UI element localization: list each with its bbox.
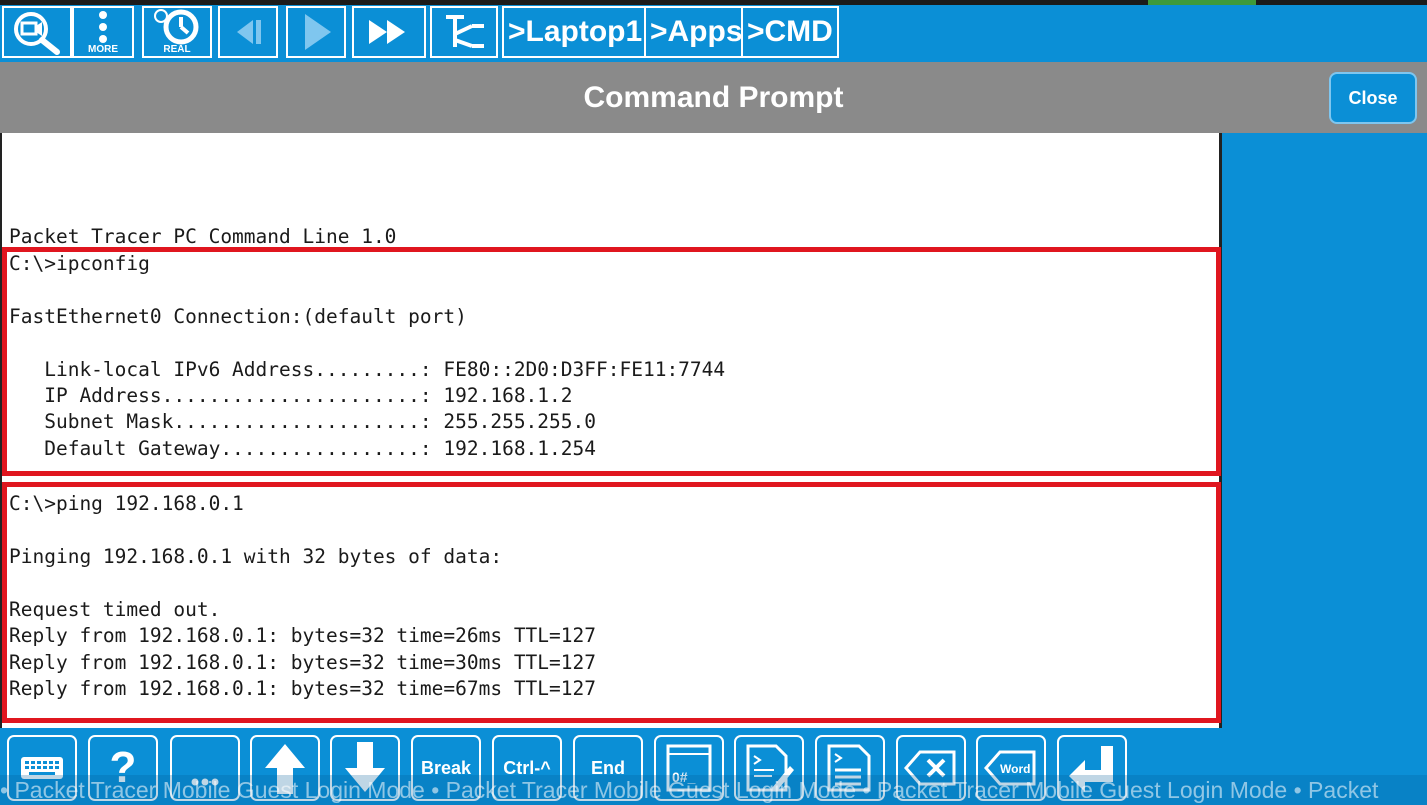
magnifier-icon: [14, 12, 60, 55]
step-back-icon: [237, 20, 261, 44]
top-toolbar: MORE REAL >Laptop1 >Apps >CMD: [0, 0, 1427, 62]
inspect-button[interactable]: [2, 6, 72, 58]
breadcrumb-cmd[interactable]: >CMD: [741, 6, 839, 58]
play-icon: [305, 14, 331, 50]
ping-highlight-box: [2, 482, 1221, 723]
more-label: MORE: [88, 44, 118, 55]
breadcrumb-laptop1[interactable]: >Laptop1: [502, 6, 649, 58]
clock-icon: [154, 9, 199, 45]
ipconfig-highlight-box: [2, 247, 1221, 476]
more-button[interactable]: MORE: [72, 6, 134, 58]
status-indicator: [1148, 0, 1256, 5]
guest-mode-ticker: • Packet Tracer Mobile Guest Login Mode …: [0, 775, 1427, 805]
title-bar: Command Prompt Close: [0, 62, 1427, 133]
step-back-button[interactable]: [218, 6, 278, 58]
breadcrumb-apps[interactable]: >Apps: [644, 6, 749, 58]
page-title: Command Prompt: [583, 80, 844, 114]
close-button[interactable]: Close: [1329, 72, 1417, 124]
fast-forward-button[interactable]: [352, 6, 426, 58]
topology-icon: [446, 15, 484, 48]
topology-button[interactable]: [430, 6, 498, 58]
delete-word-label: Word: [1000, 762, 1030, 776]
real-label: REAL: [163, 44, 191, 55]
fast-forward-icon: [369, 20, 405, 44]
play-button[interactable]: [286, 6, 346, 58]
realtime-button[interactable]: REAL: [142, 6, 212, 58]
vertical-dots-icon: [99, 11, 107, 43]
